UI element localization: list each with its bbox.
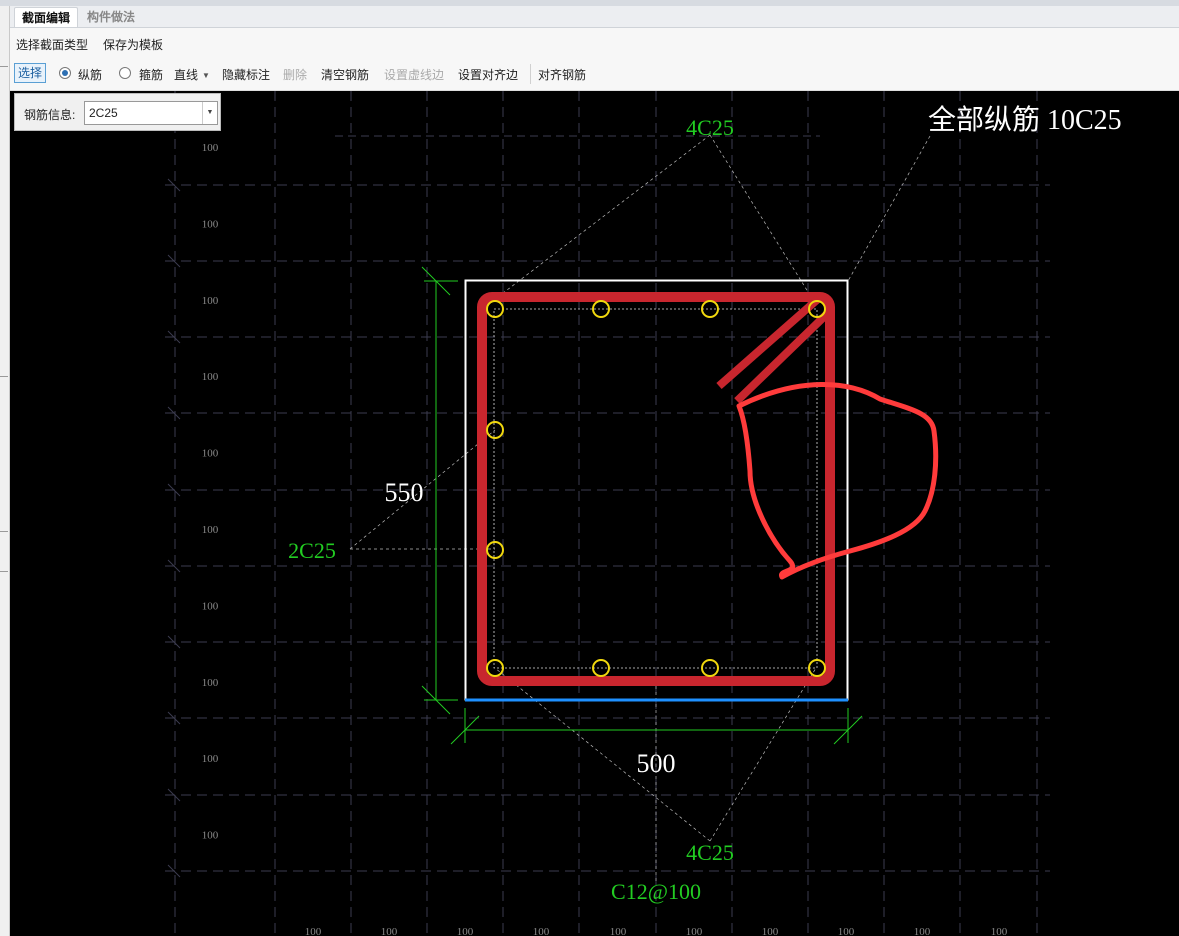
rail-marker: [0, 531, 8, 532]
leader-line: [709, 667, 817, 842]
grid-label: 100: [202, 295, 219, 307]
grid-label: 100: [686, 926, 703, 936]
grid-label: 100: [202, 753, 219, 765]
hide-annotation-button[interactable]: 隐藏标注: [222, 66, 270, 83]
rail-marker: [0, 66, 8, 67]
grid-label: 100: [202, 448, 219, 460]
leader-line: [494, 667, 711, 842]
rebar-info-label: 钢筋信息:: [24, 108, 76, 122]
side-bars-label: 2C25: [288, 538, 336, 563]
stirrup-radio[interactable]: [119, 67, 131, 79]
stirrup-label: C12@100: [611, 879, 701, 904]
grid-label: 100: [610, 926, 627, 936]
clear-rebar-button[interactable]: 清空钢筋: [321, 66, 369, 83]
section-drawing: 100100100100100100100100100100 100 100 100…: [165, 91, 1122, 936]
leader-line: [709, 134, 816, 304]
rebar-info-panel: 钢筋信息: 2C25 ▼: [14, 93, 221, 131]
rebar-center-line: [493, 308, 818, 669]
leader-line: [489, 134, 711, 304]
rail-marker: [0, 571, 8, 572]
grid-label: 100: [838, 926, 855, 936]
grid-labels-left: 100 100 100 100 100 100 100 100 100 100: [202, 142, 219, 842]
rebar-circle[interactable]: [486, 541, 504, 559]
save-as-template-button[interactable]: 保存为模板: [103, 36, 163, 53]
rebar-toolbar: 选择 纵筋 箍筋 直线 ▼ 隐藏标注 删除 清空钢筋 设置虚线边 设置对齐边 对齐…: [10, 58, 1179, 91]
leader-line: [847, 135, 931, 282]
chevron-down-icon: ▼: [202, 71, 210, 81]
tab-section-edit[interactable]: 截面编辑: [14, 7, 79, 27]
grid-label: 100: [202, 524, 219, 536]
grid-label: 100: [202, 830, 219, 842]
align-rebar-button[interactable]: 对齐钢筋: [538, 66, 586, 83]
grid-label: 100: [991, 926, 1008, 936]
rail-marker: [0, 376, 8, 377]
grid-label: 100: [914, 926, 931, 936]
select-button[interactable]: 选择: [14, 63, 47, 83]
grid-label: 100: [202, 218, 219, 230]
grid-label: 100: [533, 926, 550, 936]
rebar-info-value: 2C25: [89, 106, 118, 120]
select-section-type-button[interactable]: 选择截面类型: [16, 36, 88, 53]
grid-label: 100: [762, 926, 779, 936]
bottom-bars-label: 4C25: [686, 840, 734, 865]
grid-label: 100: [202, 142, 219, 154]
longitudinal-radio[interactable]: [59, 67, 71, 79]
tab-component-method[interactable]: 构件做法: [80, 7, 142, 27]
top-bars-label: 4C25: [686, 115, 734, 140]
set-dashed-edge-button[interactable]: 设置虚线边: [384, 66, 444, 83]
chevron-down-icon[interactable]: ▼: [202, 102, 217, 124]
grid-label: 100: [457, 926, 474, 936]
longitudinal-label[interactable]: 纵筋: [78, 66, 102, 83]
section-drawing-canvas[interactable]: 100 100 100 100 100 100 100 100 100 100 100 100 100…: [10, 91, 1179, 936]
delete-button[interactable]: 删除: [283, 66, 307, 83]
grid-label: 100: [202, 677, 219, 689]
left-dock-rail[interactable]: [0, 6, 10, 936]
stirrup-label[interactable]: 箍筋: [139, 66, 163, 83]
menu-row: 选择截面类型 保存为模板: [10, 28, 1179, 58]
total-longitudinal-label: 全部纵筋 10C25: [928, 104, 1122, 136]
grid-lines: [165, 91, 1050, 936]
draw-mode-label: 直线: [174, 68, 199, 82]
editor-tabs: 截面编辑 构件做法: [10, 6, 1179, 28]
grid-label: 100: [381, 926, 398, 936]
toolbar-divider: [530, 64, 531, 84]
draw-mode-dropdown[interactable]: 直线 ▼: [174, 66, 210, 83]
rebar-info-select[interactable]: 2C25 ▼: [84, 101, 218, 125]
grid-label: 100: [202, 600, 219, 612]
width-dim-label: 500: [637, 749, 676, 778]
grid-label: 100: [305, 926, 322, 936]
grid-label: 100: [202, 371, 219, 383]
set-align-edge-button[interactable]: 设置对齐边: [458, 66, 518, 83]
height-dim-label: 550: [385, 478, 424, 507]
